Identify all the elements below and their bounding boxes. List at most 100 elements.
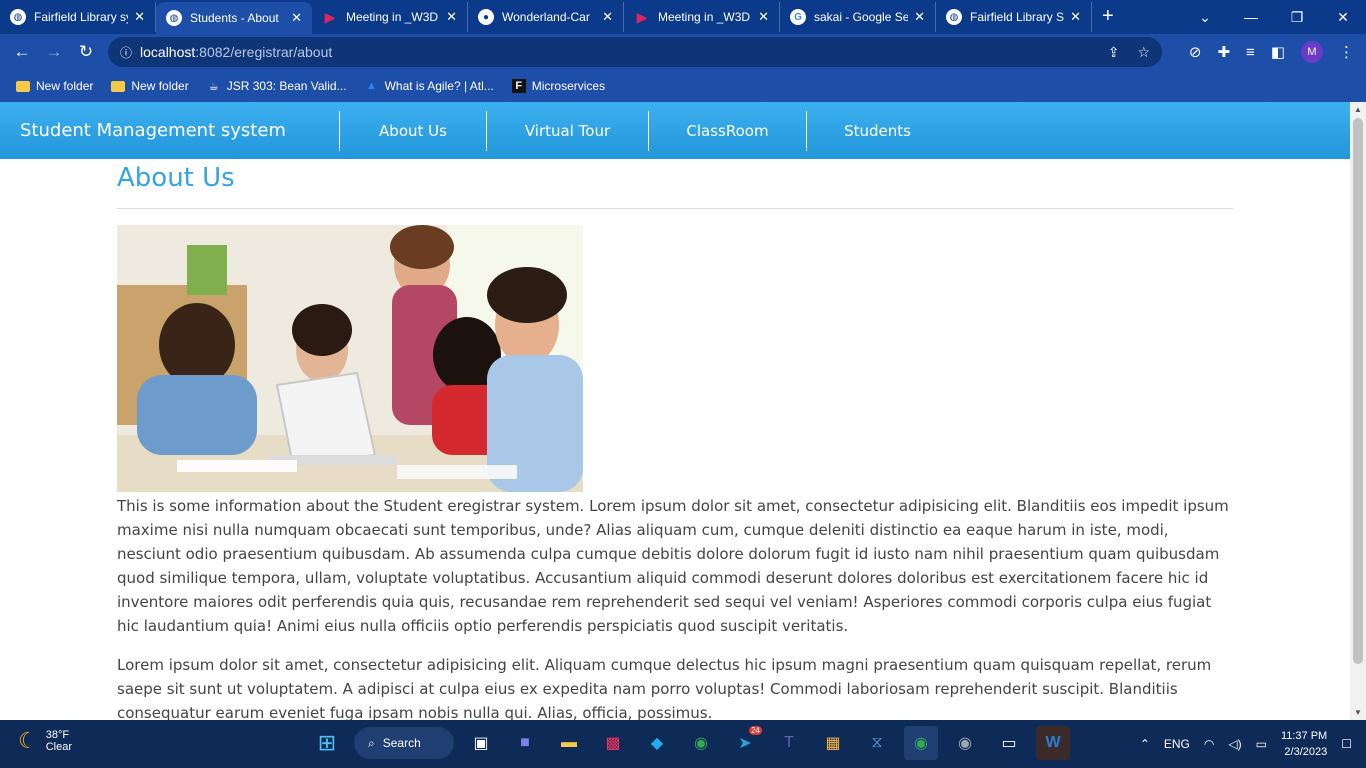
browser-tab[interactable]: ▶ Meeting in _W3D ✕ xyxy=(312,2,468,32)
intellij-icon[interactable]: ▩ xyxy=(596,726,630,760)
tab-label: Meeting in _W3D xyxy=(346,10,439,24)
close-icon[interactable]: ✕ xyxy=(602,9,613,25)
windows-start-icon[interactable]: ⊞ xyxy=(310,726,344,760)
close-icon[interactable]: ✕ xyxy=(1070,9,1081,25)
bookmark-label: JSR 303: Bean Valid... xyxy=(226,79,347,93)
close-icon[interactable]: ✕ xyxy=(291,10,302,26)
address-bar[interactable]: ⓘ localhost:8082/eregistrar/about ⇪ ☆ xyxy=(108,37,1162,67)
chevron-up-icon[interactable]: ⌃ xyxy=(1140,737,1150,751)
reload-icon[interactable]: ↻ xyxy=(70,42,102,62)
restore-icon[interactable]: ❐ xyxy=(1274,9,1320,26)
wifi-icon[interactable]: ◠ xyxy=(1204,737,1214,751)
language-indicator[interactable]: ENG xyxy=(1164,737,1190,751)
moon-icon: ☾ xyxy=(18,728,38,753)
teams-icon[interactable]: T xyxy=(772,726,806,760)
bookmark-item[interactable]: ☕ JSR 303: Bean Valid... xyxy=(207,79,347,93)
intellij-eap-icon[interactable]: ▦ xyxy=(816,726,850,760)
browser-tab-strip: ◍ Fairfield Library sy ✕ ◍ Students - Ab… xyxy=(0,0,1366,34)
tab-label: Fairfield Library sy xyxy=(34,10,129,24)
bookmarks-bar: New folder New folder ☕ JSR 303: Bean Va… xyxy=(0,70,1366,102)
back-icon[interactable]: ← xyxy=(6,42,38,62)
nav-classroom[interactable]: ClassRoom xyxy=(648,110,806,151)
battery-icon[interactable]: ▭ xyxy=(1256,737,1267,751)
new-tab-button[interactable]: + xyxy=(1092,5,1124,34)
meet-icon[interactable]: ■ xyxy=(508,726,542,760)
bookmark-item[interactable]: F Microservices xyxy=(511,79,606,93)
java-icon: ☕ xyxy=(208,80,219,93)
taskbar-apps: ⊞ ⌕ Search ▣ ■ ▬ ▩ ◆ ◉ ➤ 24 T ▦ ⧖ ◉ ◉ ▭ W xyxy=(310,726,1070,760)
tab-label: Meeting in _W3D xyxy=(658,10,751,24)
weather-widget[interactable]: ☾ 38°F Clear xyxy=(18,728,72,754)
nav-virtual-tour[interactable]: Virtual Tour xyxy=(486,110,648,151)
scroll-up-icon[interactable]: ▲ xyxy=(1354,105,1362,114)
weather-condition: Clear xyxy=(45,741,73,753)
file-explorer-icon[interactable]: ▬ xyxy=(552,726,586,760)
github-icon: ● xyxy=(478,9,494,25)
browser-tab-active[interactable]: ◍ Students - About ✕ xyxy=(156,2,312,34)
play-icon: ▶ xyxy=(636,8,648,25)
scroll-down-icon[interactable]: ▼ xyxy=(1354,708,1362,717)
site-navbar: Student Management system About Us Virtu… xyxy=(0,102,1350,159)
url-path: :8082/eregistrar/about xyxy=(195,44,333,60)
chrome-alt-icon[interactable]: ◉ xyxy=(948,726,982,760)
minimize-icon[interactable]: — xyxy=(1228,9,1274,25)
puzzle-icon[interactable]: ✚ xyxy=(1217,43,1230,61)
browser-tab[interactable]: G sakai - Google Se ✕ xyxy=(780,2,936,32)
close-icon[interactable]: ✕ xyxy=(446,9,457,25)
about-paragraph: This is some information about the Stude… xyxy=(117,497,1229,635)
site-brand[interactable]: Student Management system xyxy=(0,120,339,141)
globe-icon: ◍ xyxy=(10,9,26,25)
web-page: Student Management system About Us Virtu… xyxy=(0,102,1350,720)
browser-tab[interactable]: ▶ Meeting in _W3D ✕ xyxy=(624,2,780,32)
close-window-icon[interactable]: ✕ xyxy=(1320,9,1366,26)
close-icon[interactable]: ✕ xyxy=(914,9,925,25)
globe-icon: ◍ xyxy=(166,10,182,26)
chevron-down-icon[interactable]: ⌄ xyxy=(1182,9,1228,26)
bookmark-label: Microservices xyxy=(531,79,606,93)
nav-about-us[interactable]: About Us xyxy=(339,110,486,151)
terminal-icon[interactable]: ▭ xyxy=(992,726,1026,760)
url-host: localhost xyxy=(140,44,196,60)
page-scrollbar[interactable]: ▲ ▼ xyxy=(1350,102,1366,720)
word-icon[interactable]: W xyxy=(1036,726,1070,760)
browser-tab[interactable]: ● Wonderland-Car ✕ xyxy=(468,2,624,32)
task-view-icon[interactable]: ▣ xyxy=(464,726,498,760)
scrollbar-thumb[interactable] xyxy=(1353,118,1363,664)
mysql-workbench-icon[interactable]: ⧖ xyxy=(860,726,894,760)
tab-label: Wonderland-Car xyxy=(502,10,590,24)
chrome-profile-icon[interactable]: ◉ xyxy=(904,726,938,760)
chrome-icon[interactable]: ◉ xyxy=(684,726,718,760)
bookmark-label: New folder xyxy=(131,79,189,93)
side-panel-icon[interactable]: ◧ xyxy=(1271,43,1285,61)
atlassian-icon: ▲ xyxy=(366,80,378,92)
telegram-icon[interactable]: ➤ 24 xyxy=(728,726,762,760)
folder-icon xyxy=(16,80,30,92)
bookmark-item[interactable]: New folder xyxy=(111,79,189,93)
blocked-icon[interactable]: ⊘ xyxy=(1189,43,1202,61)
page-title: About Us xyxy=(117,163,1233,209)
notification-icon[interactable]: ☐ xyxy=(1341,737,1352,751)
clock[interactable]: 11:37 PM 2/3/2023 xyxy=(1281,728,1327,760)
browser-tab[interactable]: ◍ Fairfield Library sy ✕ xyxy=(0,2,156,32)
taskbar-search[interactable]: ⌕ Search xyxy=(354,727,454,759)
profile-avatar[interactable]: M xyxy=(1301,41,1323,63)
system-tray: ⌃ ENG ◠ ◁) ▭ 11:37 PM 2/3/2023 ☐ xyxy=(1140,728,1352,760)
close-icon[interactable]: ✕ xyxy=(758,9,769,25)
kebab-menu-icon[interactable]: ⋮ xyxy=(1339,43,1354,61)
bookmark-star-icon[interactable]: ☆ xyxy=(1137,44,1150,61)
vscode-icon[interactable]: ◆ xyxy=(640,726,674,760)
bookmark-item[interactable]: New folder xyxy=(16,79,93,93)
share-icon[interactable]: ⇪ xyxy=(1108,44,1120,61)
media-queue-icon[interactable]: ≡ xyxy=(1246,44,1255,61)
volume-icon[interactable]: ◁) xyxy=(1228,737,1241,751)
bookmark-item[interactable]: ▲ What is Agile? | Atl... xyxy=(365,79,494,93)
close-icon[interactable]: ✕ xyxy=(134,9,145,25)
browser-tab[interactable]: ◍ Fairfield Library S ✕ xyxy=(936,2,1092,32)
tab-label: Students - About xyxy=(190,11,279,25)
clock-time: 11:37 PM xyxy=(1280,730,1328,742)
clock-date: 2/3/2023 xyxy=(1284,746,1328,758)
nav-students[interactable]: Students xyxy=(806,110,948,151)
f-icon: F xyxy=(511,79,526,93)
forward-icon[interactable]: → xyxy=(38,42,70,62)
site-info-icon[interactable]: ⓘ xyxy=(120,44,132,61)
